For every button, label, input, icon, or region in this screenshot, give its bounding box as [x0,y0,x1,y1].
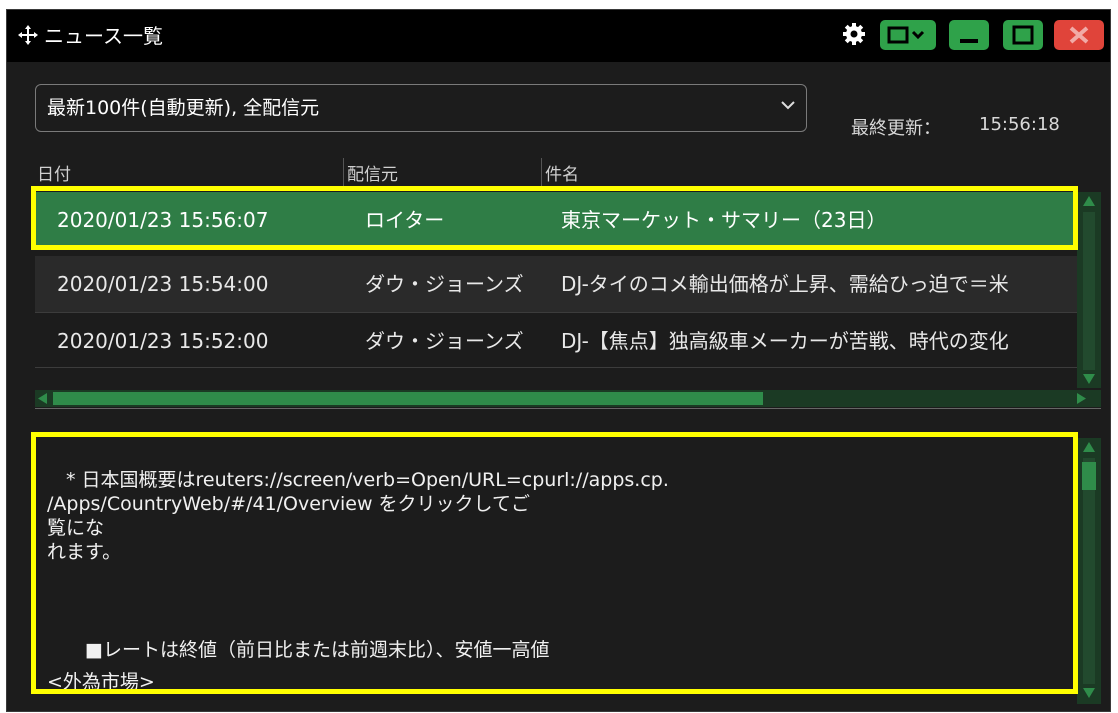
last-updated-time: 15:56:18 [979,114,1060,135]
row-subject: 東京マーケット・サマリー（23日） [561,208,887,232]
table-row[interactable]: 2020/01/23 15:52:00 ダウ・ジョーンズ DJ-【焦点】独高級車… [35,312,1077,368]
chevron-down-icon [781,101,795,110]
title-bar[interactable]: ニュース一覧 [7,10,1110,62]
minimize-icon [960,39,978,43]
last-updated-label: 最終更新： [851,118,941,139]
row-date: 2020/01/23 15:54:00 [57,272,269,296]
row-subject: DJ-タイのコメ輸出価格が上昇、需給ひっ迫で＝米 [561,272,1009,296]
article-line: ■レートは終値（前日比または前週末比）、安値一高値 [47,639,550,661]
row-subject: DJ-【焦点】独高級車メーカーが苦戦、時代の変化 [561,329,1009,353]
window-menu-icon [887,26,925,44]
column-divider[interactable] [541,158,542,188]
table-row[interactable]: 2020/01/23 15:56:07 ロイター 東京マーケット・サマリー（23… [35,192,1077,248]
window-title: ニュース一覧 [44,24,163,48]
column-divider[interactable] [343,158,344,188]
row-date: 2020/01/23 15:56:07 [57,208,269,232]
news-table: 2020/01/23 15:56:07 ロイター 東京マーケット・サマリー（23… [35,192,1077,382]
column-header-date[interactable]: 日付 [37,160,71,190]
article-line: <外為市場> [47,671,155,693]
article-line: 覧にな [47,517,105,539]
article-body: * 日本国概要はreuters://screen/verb=Open/URL=c… [35,442,1077,698]
gear-icon[interactable] [841,21,867,47]
row-source: ダウ・ジョーンズ [365,329,524,353]
scroll-arrows-icon [1083,196,1095,384]
column-header-subject[interactable]: 件名 [545,160,579,190]
source-filter-value: 最新100件(自動更新), 全配信元 [47,97,320,119]
pane-splitter[interactable] [35,408,1101,409]
article-line: /Apps/CountryWeb/#/41/Overview をクリックしてご [47,493,530,515]
window-menu-button[interactable] [880,20,936,50]
horizontal-scroll-thumb[interactable] [53,392,763,405]
news-list-window: ニュース一覧 最新100件(自動更新), 全配信元 最終更新： 15:56:18… [6,9,1111,712]
article-line: れます。 [47,541,122,563]
row-source: ロイター [365,208,445,232]
move-icon[interactable] [17,24,39,46]
minimize-button[interactable] [949,20,989,50]
row-date: 2020/01/23 15:52:00 [57,329,269,353]
article-scroll-thumb[interactable] [1082,462,1096,490]
article-line: * 日本国概要はreuters://screen/verb=Open/URL=c… [47,469,669,491]
close-button[interactable] [1054,20,1104,50]
maximize-button[interactable] [1003,20,1043,50]
table-row[interactable]: 2020/01/23 15:54:00 ダウ・ジョーンズ DJ-タイのコメ輸出価… [35,256,1077,312]
row-source: ダウ・ジョーンズ [365,272,524,296]
source-filter-select[interactable]: 最新100件(自動更新), 全配信元 [35,84,807,132]
list-vertical-scrollbar[interactable] [1077,192,1101,388]
article-vertical-scrollbar[interactable] [1077,438,1101,704]
maximize-icon [1012,25,1034,45]
list-horizontal-scrollbar[interactable] [35,390,1101,407]
close-icon [1069,26,1089,44]
column-header-source[interactable]: 配信元 [347,160,398,190]
